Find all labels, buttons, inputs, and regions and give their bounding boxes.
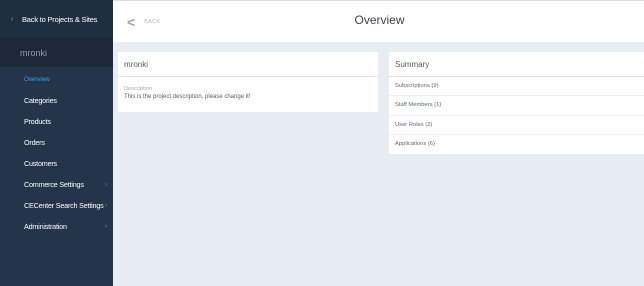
top-bar: < BACK Overview	[113, 0, 644, 42]
sidebar-item-label: Products	[24, 117, 51, 126]
sidebar-item-orders[interactable]: Orders	[0, 132, 113, 153]
back-to-projects-label: Back to Projects & Sites	[22, 14, 98, 24]
chevron-right-icon: ›	[105, 202, 107, 209]
summary-card-title: Summary	[389, 52, 644, 77]
sidebar-item-label: CECenter Search Settings	[24, 201, 104, 210]
project-card: mronki Description This is the project d…	[118, 52, 378, 112]
summary-card: Summary Subscriptions (9) Staff Members …	[389, 52, 644, 154]
sidebar-item-cecenter-search-settings[interactable]: CECenter Search Settings ›	[0, 195, 113, 216]
chevron-right-icon: ›	[105, 223, 107, 230]
project-card-title: mronki	[118, 52, 378, 77]
sidebar-item-label: Overview	[24, 76, 50, 83]
sidebar-item-products[interactable]: Products	[0, 111, 113, 132]
sidebar-item-administration[interactable]: Administration ›	[0, 216, 113, 237]
sidebar-item-label: Orders	[24, 138, 45, 147]
chevron-right-icon: ›	[105, 181, 107, 188]
sidebar-item-overview[interactable]: Overview	[0, 69, 113, 90]
chevron-left-icon: ‹	[11, 15, 14, 23]
summary-row-subscriptions[interactable]: Subscriptions (9)	[389, 77, 644, 97]
sidebar-item-label: Customers	[24, 159, 57, 168]
back-to-projects-link[interactable]: ‹ Back to Projects & Sites	[0, 0, 113, 38]
page-title: Overview	[354, 13, 405, 27]
sidebar-item-categories[interactable]: Categories	[0, 90, 113, 111]
sidebar: ‹ Back to Projects & Sites mronki Overvi…	[0, 0, 113, 286]
description-label: Description	[124, 86, 152, 92]
summary-row-user-roles[interactable]: User Roles (2)	[389, 116, 644, 135]
summary-row-staff-members[interactable]: Staff Members (1)	[389, 96, 644, 116]
summary-row-applications[interactable]: Applications (6)	[389, 135, 644, 154]
sidebar-item-commerce-settings[interactable]: Commerce Settings ›	[0, 174, 113, 195]
sidebar-item-customers[interactable]: Customers	[0, 153, 113, 174]
sidebar-item-label: Commerce Settings	[24, 180, 84, 189]
sidebar-item-label: Administration	[24, 222, 67, 231]
sidebar-project-name: mronki	[0, 38, 113, 67]
sidebar-item-label: Categories	[24, 96, 57, 105]
description-value: This is the project description, please …	[124, 94, 251, 100]
sidebar-nav: Overview Categories Products Orders Cust…	[0, 67, 113, 237]
